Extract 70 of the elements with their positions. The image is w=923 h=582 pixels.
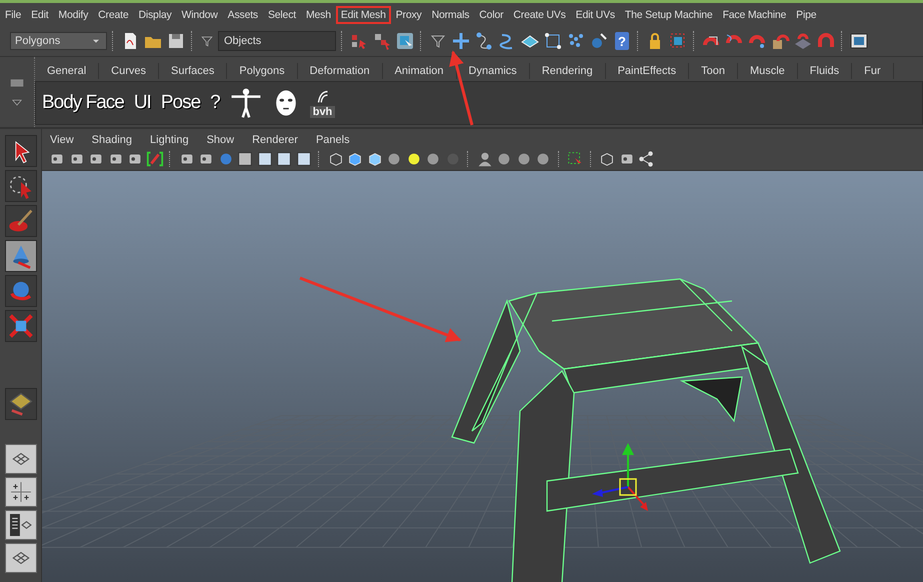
solid-cube-icon[interactable] xyxy=(346,150,364,168)
shelf-button[interactable]: Body Face xyxy=(42,92,124,114)
menu-item[interactable]: Face Machine xyxy=(718,6,792,24)
menu-item[interactable]: Create xyxy=(93,6,134,24)
uv-grid-icon xyxy=(8,391,34,417)
menu-item[interactable]: Edit Mesh xyxy=(336,6,391,24)
menu-item[interactable]: Pipe xyxy=(791,6,822,24)
paint-brush-icon xyxy=(8,208,34,234)
menu-item[interactable]: Color xyxy=(474,6,508,24)
menu-item[interactable]: Window xyxy=(176,6,223,24)
shelf-tab[interactable]: PaintEffects xyxy=(606,63,690,79)
menu-item[interactable]: Edit UVs xyxy=(570,6,620,24)
sphere-magnet-icon[interactable] xyxy=(589,31,609,51)
shelf-tab[interactable]: Surfaces xyxy=(158,63,228,79)
shelf-tab[interactable]: Curves xyxy=(99,63,159,79)
menu-item[interactable]: Mesh xyxy=(300,6,336,24)
panel-menu-item[interactable]: Show xyxy=(206,134,234,146)
selection-mode-field[interactable]: Objects xyxy=(218,31,336,51)
shelf-tab[interactable]: Muscle xyxy=(738,63,798,79)
shelf-button[interactable]: UI xyxy=(134,92,151,114)
menu-item[interactable]: Create UVs xyxy=(508,6,571,24)
menu-item[interactable]: Normals xyxy=(426,6,474,24)
menu-item[interactable]: The Setup Machine xyxy=(620,6,718,24)
shelf-tab[interactable]: Dynamics xyxy=(456,63,530,79)
single-view-layout-button[interactable] xyxy=(4,444,36,474)
menu-set-dropdown[interactable]: Polygons xyxy=(10,32,107,50)
four-view-layout-button[interactable] xyxy=(4,477,36,507)
plus-grid-icon[interactable] xyxy=(451,31,471,51)
outliner-layout-icon xyxy=(10,514,32,536)
menu-item[interactable]: Select xyxy=(262,6,301,24)
panel-menu-item[interactable]: Renderer xyxy=(252,134,298,146)
cube-outline-icon[interactable] xyxy=(598,150,616,168)
shelf-tab[interactable]: Fur xyxy=(852,63,894,79)
menu-item[interactable]: Edit xyxy=(26,6,54,24)
panel-menu-item[interactable]: Panels xyxy=(316,134,350,146)
share-nodes-icon[interactable] xyxy=(637,150,655,168)
t-pose-figure-icon[interactable] xyxy=(230,87,262,119)
menu-item[interactable]: Proxy xyxy=(390,6,427,24)
panel-menu-item[interactable]: Shading xyxy=(92,134,132,146)
shelf-tab[interactable]: Deformation xyxy=(298,63,383,79)
shelf-tab[interactable]: Toon xyxy=(689,63,738,79)
four-view-layout-icon xyxy=(10,481,32,503)
curve-points-icon[interactable] xyxy=(474,31,494,51)
menu-item[interactable]: Display xyxy=(133,6,177,24)
menu-item[interactable]: File xyxy=(0,6,26,24)
shelf-tab[interactable]: Fluids xyxy=(798,63,852,79)
panel-menu-item[interactable]: Lighting xyxy=(150,134,189,146)
render-frame-icon[interactable] xyxy=(849,31,869,51)
bracket-frame-icon[interactable] xyxy=(146,150,164,168)
move-manipulator-icon[interactable] xyxy=(592,443,648,511)
menu-item[interactable]: Assets xyxy=(222,6,263,24)
panel-menu-item[interactable]: View xyxy=(50,134,74,146)
outliner-layout-button[interactable] xyxy=(4,510,36,540)
tool-button[interactable] xyxy=(4,388,36,420)
help-button[interactable]: ? xyxy=(615,32,629,50)
shelf-tab[interactable]: Animation xyxy=(382,63,457,79)
surface-points-icon[interactable] xyxy=(543,31,563,51)
bvh-button[interactable]: bvh xyxy=(310,88,336,118)
shelf-button[interactable]: ? xyxy=(210,92,220,114)
menu-item[interactable]: Modify xyxy=(53,6,94,24)
shelf-tab[interactable]: Rendering xyxy=(530,63,606,79)
tool-button[interactable] xyxy=(4,135,36,167)
cube-select-icon[interactable] xyxy=(395,31,415,51)
grid-arrow-icon[interactable] xyxy=(372,31,392,51)
shelf-tab[interactable]: General xyxy=(35,63,100,79)
square-icon[interactable] xyxy=(236,150,254,168)
shelf-button[interactable]: Pose xyxy=(160,92,200,114)
single-view-layout-button[interactable] xyxy=(4,543,36,573)
shelf-tab[interactable]: Polygons xyxy=(227,63,298,79)
cube-scale-icon xyxy=(8,313,34,339)
